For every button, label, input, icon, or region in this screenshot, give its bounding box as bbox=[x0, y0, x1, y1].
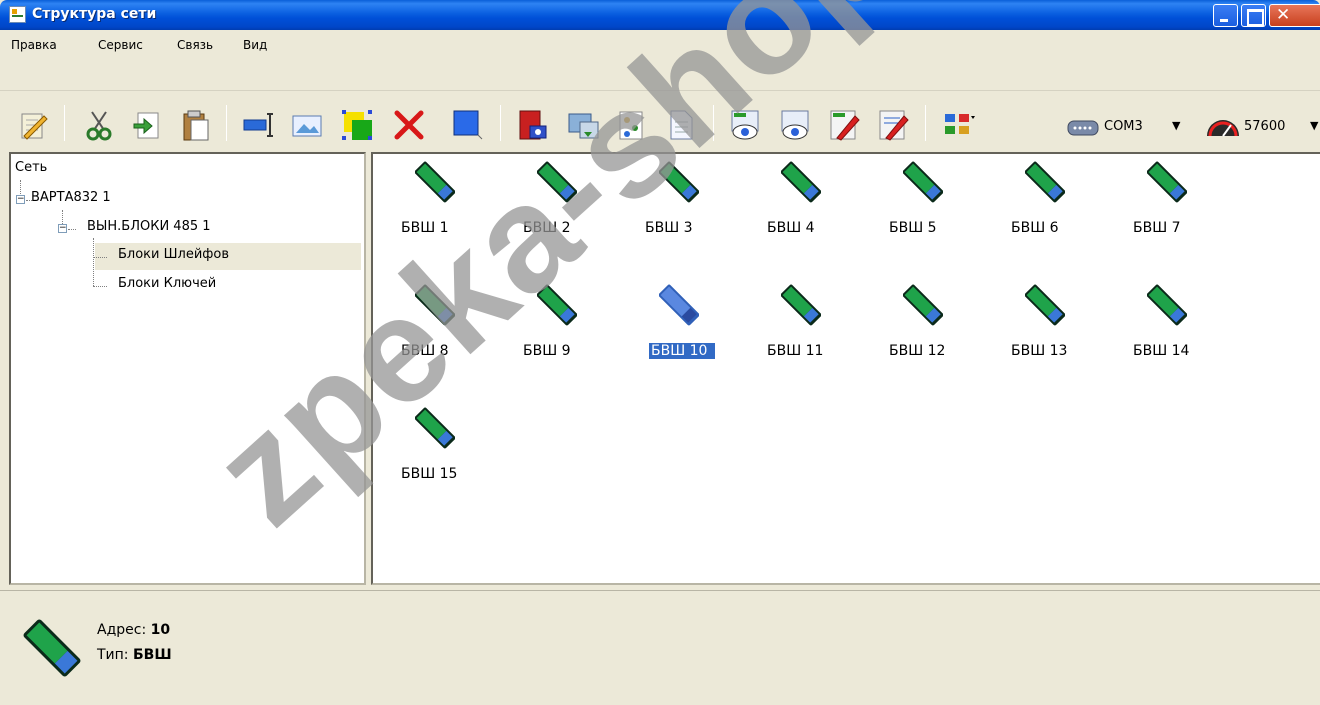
device-label: БВШ 10 bbox=[649, 343, 715, 359]
main-window: Структура сети Правка Сервис Связь Вид bbox=[0, 0, 1320, 705]
type-value: БВШ bbox=[132, 647, 172, 663]
select-area-icon[interactable] bbox=[340, 108, 374, 142]
menu-edit[interactable]: Правка bbox=[11, 38, 57, 52]
device-item[interactable]: БВШ 12 bbox=[881, 281, 971, 391]
device-icon bbox=[23, 619, 81, 677]
device-label: БВШ 13 bbox=[1011, 343, 1068, 359]
type-label: Тип: БВШ bbox=[97, 647, 172, 663]
device-item[interactable]: БВШ 14 bbox=[1125, 281, 1215, 391]
device-module-icon bbox=[1025, 284, 1065, 326]
delete-icon[interactable] bbox=[392, 108, 426, 142]
device-item[interactable]: БВШ 5 bbox=[881, 158, 971, 268]
minimize-button[interactable] bbox=[1213, 4, 1238, 27]
device-module-icon bbox=[659, 284, 699, 326]
device-label: БВШ 14 bbox=[1133, 343, 1190, 359]
device-module-icon bbox=[1147, 161, 1187, 203]
toolbar-separator bbox=[500, 105, 501, 141]
toolbar-separator bbox=[64, 105, 65, 141]
address-label: Адрес: 10 bbox=[97, 622, 171, 638]
blue-square-icon[interactable] bbox=[451, 108, 485, 142]
serial-port-icon bbox=[1067, 120, 1099, 136]
device-item[interactable]: БВШ 11 bbox=[759, 281, 849, 391]
cut-icon[interactable] bbox=[82, 108, 116, 142]
speedometer-icon bbox=[1207, 120, 1239, 137]
tree-line bbox=[93, 286, 107, 287]
tree-node-module[interactable]: ВЫН.БЛОКИ 485 1 bbox=[87, 219, 211, 234]
device-label: БВШ 7 bbox=[1133, 220, 1181, 236]
device-module-icon bbox=[1025, 161, 1065, 203]
tree-node-device[interactable]: ВАРТА832 1 bbox=[31, 190, 111, 205]
device-item[interactable]: БВШ 6 bbox=[1003, 158, 1093, 268]
chevron-down-icon[interactable]: ▼ bbox=[1172, 119, 1180, 132]
device-label: БВШ 12 bbox=[889, 343, 946, 359]
device-module-icon bbox=[903, 284, 943, 326]
device-item[interactable]: БВШ 13 bbox=[1003, 281, 1093, 391]
app-icon bbox=[9, 6, 26, 23]
device-label: БВШ 15 bbox=[401, 466, 458, 482]
tree-node-key-blocks[interactable]: Блоки Ключей bbox=[118, 276, 216, 291]
paste-icon[interactable] bbox=[178, 108, 212, 142]
close-button[interactable] bbox=[1269, 4, 1320, 27]
device-module-icon bbox=[903, 161, 943, 203]
device-module-icon bbox=[1147, 284, 1187, 326]
device-item[interactable]: БВШ 4 bbox=[759, 158, 849, 268]
tree-line bbox=[68, 229, 76, 230]
device-item[interactable]: БВШ 10 bbox=[637, 281, 727, 391]
tree-node-root[interactable]: Сеть bbox=[15, 160, 47, 175]
rename-icon[interactable] bbox=[242, 108, 276, 142]
image-icon[interactable] bbox=[290, 108, 324, 142]
details-panel bbox=[0, 590, 1320, 705]
device-label: БВШ 11 bbox=[767, 343, 824, 359]
device-module-icon bbox=[781, 161, 821, 203]
device-module-icon bbox=[781, 284, 821, 326]
tree-node-loop-blocks[interactable]: Блоки Шлейфов bbox=[118, 247, 229, 262]
tree-line bbox=[93, 257, 107, 258]
edit-icon[interactable] bbox=[16, 108, 50, 142]
device-item[interactable]: БВШ 7 bbox=[1125, 158, 1215, 268]
device-label: БВШ 5 bbox=[889, 220, 937, 236]
toolbar-separator bbox=[226, 105, 227, 141]
menu-connection[interactable]: Связь bbox=[177, 38, 213, 52]
menu-view[interactable]: Вид bbox=[243, 38, 267, 52]
device-label: БВШ 4 bbox=[767, 220, 815, 236]
tree-line bbox=[93, 238, 94, 286]
window-title: Структура сети bbox=[32, 6, 157, 22]
menu-service[interactable]: Сервис bbox=[98, 38, 143, 52]
write-red-icon[interactable] bbox=[876, 108, 910, 142]
tree-collapse-icon[interactable]: − bbox=[16, 195, 25, 204]
paste-into-icon[interactable] bbox=[130, 108, 164, 142]
tree-collapse-icon[interactable]: − bbox=[58, 224, 67, 233]
chevron-down-icon[interactable]: ▼ bbox=[1310, 119, 1318, 132]
layout-icon[interactable] bbox=[941, 108, 975, 142]
write-icon[interactable] bbox=[827, 108, 861, 142]
toolbar-separator bbox=[925, 105, 926, 141]
maximize-button[interactable] bbox=[1241, 4, 1266, 27]
speed-select[interactable]: 57600 bbox=[1244, 119, 1285, 134]
device-label: БВШ 6 bbox=[1011, 220, 1059, 236]
port-select[interactable]: COM3 bbox=[1104, 119, 1143, 134]
address-value: 10 bbox=[150, 622, 171, 638]
